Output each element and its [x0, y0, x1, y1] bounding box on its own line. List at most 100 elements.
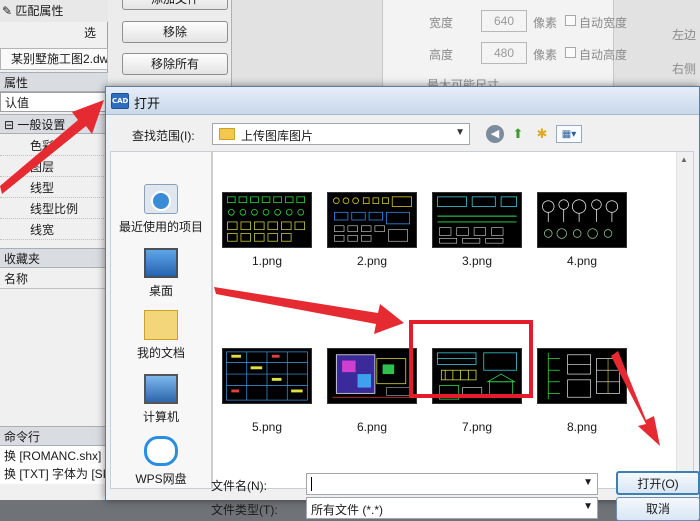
- place-documents[interactable]: 我的文档: [111, 310, 211, 361]
- file-name-input[interactable]: ▼: [306, 473, 598, 495]
- height-label: 高度: [429, 48, 454, 62]
- file-name-6[interactable]: 6.png: [327, 420, 417, 434]
- file-name-2[interactable]: 2.png: [327, 254, 417, 268]
- file-name-label: 文件名(N):: [211, 479, 267, 493]
- cancel-button[interactable]: 取消: [616, 497, 700, 521]
- remove-all-button[interactable]: 移除所有: [122, 53, 228, 75]
- prop-lineweight[interactable]: 线宽: [0, 220, 108, 240]
- desktop-icon: [144, 248, 178, 278]
- open-file-dialog: CAD 打开 查找范围(I): 上传图库图片 ▼ ◀ ⬆ ✱ ▦▾ 最近使用的项…: [105, 86, 700, 521]
- places-bar: 最近使用的项目 桌面 我的文档 计算机 WPS网盘: [110, 151, 212, 489]
- file-thumbnail-4[interactable]: [537, 192, 627, 248]
- chevron-down-icon: ▼: [455, 127, 465, 138]
- folder-icon: [219, 128, 235, 140]
- file-thumbnail-6[interactable]: [327, 348, 417, 404]
- thumb-6-drawing: [332, 354, 412, 398]
- file-thumbnail-5[interactable]: [222, 348, 312, 404]
- file-name-8[interactable]: 8.png: [537, 420, 627, 434]
- place-desktop[interactable]: 桌面: [111, 248, 211, 299]
- place-recent[interactable]: 最近使用的项目: [111, 184, 211, 235]
- height-unit: 像素: [533, 48, 558, 62]
- match-properties-toolbar[interactable]: ✎ 匹配属性: [0, 0, 108, 22]
- file-thumbnail-8[interactable]: [537, 348, 627, 404]
- width-input[interactable]: 640: [481, 10, 527, 32]
- drawing-tab[interactable]: 某别墅施工图2.dw: [0, 48, 108, 70]
- brush-icon: ✎: [2, 4, 13, 18]
- scroll-up-icon[interactable]: ▲: [680, 155, 688, 164]
- default-value-select[interactable]: 认值: [0, 92, 108, 112]
- prop-linetype[interactable]: 线型: [0, 178, 108, 198]
- vertical-scrollbar[interactable]: ▲: [676, 152, 693, 488]
- favorites-header: 收藏夹: [0, 248, 108, 268]
- add-file-button[interactable]: 添加文件: [122, 0, 228, 10]
- properties-header: 属性: [0, 72, 108, 92]
- new-folder-icon[interactable]: ✱: [533, 125, 551, 143]
- width-label: 宽度: [429, 16, 454, 30]
- command-line-1: 换 [ROMANC.shx]: [0, 446, 108, 466]
- export-settings-panel: 宽度 640 像素 自动宽度 高度 480 像素 自动高度 最大可能尺寸 左边 …: [232, 0, 700, 92]
- thumb-1-drawing: [227, 196, 305, 242]
- place-computer[interactable]: 计算机: [111, 374, 211, 425]
- dialog-body: 查找范围(I): 上传图库图片 ▼ ◀ ⬆ ✱ ▦▾ 最近使用的项目 桌面 我的…: [106, 115, 700, 521]
- general-settings-group[interactable]: ⊟ 一般设置: [0, 114, 108, 134]
- thumb-4-drawing: [542, 199, 619, 239]
- dialog-titlebar[interactable]: CAD 打开: [106, 87, 699, 115]
- file-type-value: 所有文件 (*.*): [311, 503, 384, 517]
- look-in-select[interactable]: 上传图库图片 ▼: [212, 123, 470, 145]
- thumb-3-drawing: [437, 196, 517, 244]
- up-folder-icon[interactable]: ⬆: [509, 125, 527, 143]
- remove-button[interactable]: 移除: [122, 21, 228, 43]
- chevron-down-icon: ▼: [583, 501, 593, 512]
- name-column: 名称: [0, 269, 108, 289]
- place-wps-label: WPS网盘: [135, 472, 187, 486]
- thumb-5-drawing: [226, 351, 308, 401]
- width-unit: 像素: [533, 16, 558, 30]
- view-menu-icon[interactable]: ▦▾: [556, 125, 582, 143]
- left-margin-label: 左边: [672, 28, 697, 42]
- recent-items-icon: [144, 184, 178, 214]
- place-recent-label: 最近使用的项目: [118, 220, 203, 234]
- size-settings-box: 宽度 640 像素 自动宽度 高度 480 像素 自动高度 最大可能尺寸: [382, 0, 627, 92]
- auto-height-label: 自动高度: [579, 48, 628, 62]
- place-wps-cloud[interactable]: WPS网盘: [111, 436, 211, 487]
- documents-icon: [144, 310, 178, 340]
- auto-width-checkbox[interactable]: [565, 15, 576, 26]
- prop-linetype-scale[interactable]: 线型比例: [0, 199, 108, 219]
- thumb-2-drawing: [333, 196, 412, 242]
- prop-color[interactable]: 色彩: [0, 136, 108, 156]
- dialog-title: 打开: [134, 96, 161, 111]
- file-type-label: 文件类型(T):: [211, 503, 278, 517]
- file-name-4[interactable]: 4.png: [537, 254, 627, 268]
- command-line-header: 命令行: [0, 426, 108, 446]
- file-list-buttons: 添加文件 移除 移除所有: [108, 0, 232, 90]
- properties-panel: ✎ 匹配属性 选 某别墅施工图2.dw 属性 认值 ⊟ 一般设置 色彩 图层 线…: [0, 0, 108, 500]
- text-caret: [311, 477, 312, 491]
- open-button[interactable]: 打开(O): [616, 471, 700, 495]
- auto-height-checkbox[interactable]: [565, 47, 576, 58]
- file-thumbnail-3[interactable]: [432, 192, 522, 248]
- file-type-select[interactable]: 所有文件 (*.*) ▼: [306, 497, 598, 519]
- file-name-5[interactable]: 5.png: [222, 420, 312, 434]
- command-line-2: 换 [TXT] 字体为 [SI: [0, 464, 108, 484]
- file-name-1[interactable]: 1.png: [222, 254, 312, 268]
- auto-width-label: 自动宽度: [579, 16, 628, 30]
- height-input[interactable]: 480: [481, 42, 527, 64]
- look-in-label: 查找范围(I):: [132, 129, 195, 143]
- thumb-8-drawing: [547, 352, 620, 400]
- chevron-down-icon[interactable]: ▼: [583, 477, 593, 488]
- collapse-icon: ⊟: [4, 118, 18, 132]
- cloud-icon: [144, 436, 178, 466]
- file-thumbnail-2[interactable]: [327, 192, 417, 248]
- prop-layer[interactable]: 图层: [0, 157, 108, 177]
- select-label: 选: [84, 26, 97, 40]
- place-computer-label: 计算机: [142, 410, 179, 424]
- file-name-7[interactable]: 7.png: [432, 420, 522, 434]
- look-in-value: 上传图库图片: [241, 129, 314, 143]
- file-name-3[interactable]: 3.png: [432, 254, 522, 268]
- right-margin-label: 右侧: [672, 62, 697, 76]
- back-icon[interactable]: ◀: [486, 125, 504, 143]
- computer-icon: [144, 374, 178, 404]
- file-thumbnail-1[interactable]: [222, 192, 312, 248]
- cad-app-icon: CAD: [111, 93, 129, 109]
- match-properties-label: 匹配属性: [15, 4, 64, 18]
